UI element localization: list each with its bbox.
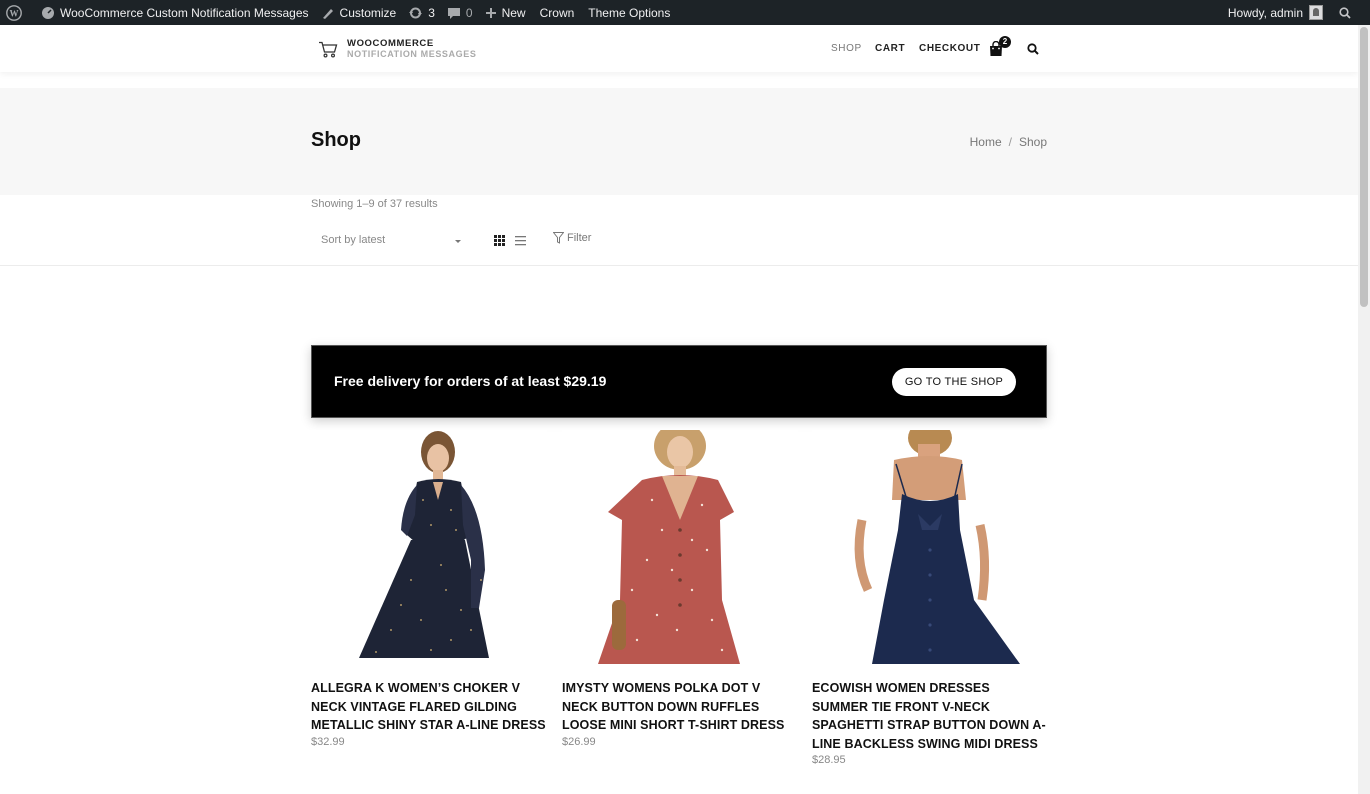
product-price: $32.99 xyxy=(311,735,345,748)
product-card[interactable]: IMYSTY WOMENS POLKA DOT V NECK BUTTON DO… xyxy=(562,430,798,748)
plus-icon xyxy=(485,7,496,18)
dress-illustration xyxy=(854,430,1020,664)
nav-checkout[interactable]: CHECKOUT xyxy=(919,43,980,54)
updates-count: 3 xyxy=(428,5,435,20)
shopping-cart-icon xyxy=(319,41,338,58)
nav-cart-wrap: CART xyxy=(875,25,905,72)
dress-body xyxy=(872,494,1020,664)
nav-checkout-wrap: CHECKOUT xyxy=(919,25,980,72)
new-content-link[interactable]: New xyxy=(479,0,532,25)
sort-select[interactable]: Sort by latest xyxy=(311,229,469,251)
result-count: Showing 1–9 of 37 results xyxy=(311,198,438,210)
go-to-shop-button[interactable]: GO TO THE SHOP xyxy=(892,368,1016,396)
caret-down-icon xyxy=(455,240,461,243)
crown-link[interactable]: Crown xyxy=(532,0,583,25)
avatar xyxy=(1309,5,1323,20)
wordpress-logo[interactable]: W xyxy=(0,0,35,25)
search-icon xyxy=(1339,6,1351,19)
nav-shop[interactable]: SHOP xyxy=(831,43,862,54)
filter-icon xyxy=(553,232,564,244)
dashboard-icon xyxy=(42,6,54,19)
brush-icon xyxy=(322,8,333,19)
list-view-button[interactable] xyxy=(515,233,526,251)
product-title[interactable]: ALLEGRA K WOMEN’S CHOKER V NECK VINTAGE … xyxy=(311,679,547,735)
page-title: Shop xyxy=(311,129,361,151)
grid-view-button[interactable] xyxy=(494,233,505,251)
comments-count: 0 xyxy=(465,5,473,20)
breadcrumb-home[interactable]: Home xyxy=(970,135,1002,149)
updates-icon xyxy=(409,7,423,18)
cart-count-badge: 2 xyxy=(999,36,1011,48)
logo-text: WOOCOMMERCE NOTIFICATION MESSAGES xyxy=(347,38,477,60)
page: W WooCommerce Custom Notification Messag… xyxy=(0,0,1370,794)
breadcrumb-current: Shop xyxy=(1018,135,1047,149)
theme-options-label: Theme Options xyxy=(588,5,671,20)
admin-search-button[interactable] xyxy=(1333,0,1370,25)
howdy-label: Howdy, admin xyxy=(1227,5,1303,20)
header-search-button[interactable] xyxy=(1027,42,1039,60)
comments-link[interactable]: 0 xyxy=(441,0,479,25)
crown-label: Crown xyxy=(539,5,575,20)
site-logo[interactable]: WOOCOMMERCE NOTIFICATION MESSAGES xyxy=(318,39,476,59)
site-header: WOOCOMMERCE NOTIFICATION MESSAGES SHOP C… xyxy=(0,25,1358,72)
customize-label: Customize xyxy=(339,5,397,20)
dress-illustration xyxy=(598,430,740,664)
logo-subtitle: NOTIFICATION MESSAGES xyxy=(347,49,477,59)
nav-cart[interactable]: CART xyxy=(875,43,905,54)
sort-selected-value: Sort by latest xyxy=(321,234,386,246)
svg-text:W: W xyxy=(10,8,19,18)
grid-icon xyxy=(494,235,505,246)
breadcrumb-separator: / xyxy=(1008,135,1012,149)
breadcrumb: Home / Shop xyxy=(970,135,1047,149)
product-card[interactable]: ALLEGRA K WOMEN’S CHOKER V NECK VINTAGE … xyxy=(311,430,547,748)
filter-button[interactable]: Filter xyxy=(553,232,591,244)
logo-title: WOOCOMMERCE xyxy=(347,38,434,49)
dress-illustration xyxy=(359,431,489,658)
product-title[interactable]: IMYSTY WOMENS POLKA DOT V NECK BUTTON DO… xyxy=(562,679,798,735)
notification-banner: Free delivery for orders of at least $29… xyxy=(311,345,1047,418)
dress-skirt xyxy=(359,540,489,658)
nav-shop-wrap: SHOP xyxy=(831,25,862,72)
site-name-link[interactable]: WooCommerce Custom Notification Messages xyxy=(35,0,315,25)
site-name-label: WooCommerce Custom Notification Messages xyxy=(60,5,309,20)
admin-bar: W WooCommerce Custom Notification Messag… xyxy=(0,0,1370,25)
my-account-link[interactable]: Howdy, admin xyxy=(1222,0,1333,25)
notification-text: Free delivery for orders of at least $29… xyxy=(334,373,607,389)
product-price: $28.95 xyxy=(812,754,846,766)
search-icon xyxy=(1027,43,1039,55)
toolbar-divider xyxy=(0,265,1358,266)
customize-link[interactable]: Customize xyxy=(315,0,403,25)
product-image[interactable] xyxy=(562,430,798,664)
filter-label: Filter xyxy=(567,232,592,244)
product-card[interactable]: ECOWISH WOMEN DRESSES SUMMER TIE FRONT V… xyxy=(812,430,1048,766)
page-title-band xyxy=(0,88,1358,195)
product-image[interactable] xyxy=(812,430,1048,664)
updates-link[interactable]: 3 xyxy=(402,0,441,25)
comment-icon xyxy=(447,7,460,19)
mini-cart-button[interactable]: 2 xyxy=(989,36,1011,58)
admin-bar-right: Howdy, admin xyxy=(1222,0,1370,25)
page-scrollbar[interactable] xyxy=(1358,25,1370,794)
product-price: $26.99 xyxy=(562,735,596,748)
product-image[interactable] xyxy=(311,430,547,664)
wordpress-icon: W xyxy=(6,4,22,21)
product-title[interactable]: ECOWISH WOMEN DRESSES SUMMER TIE FRONT V… xyxy=(812,679,1048,753)
list-icon xyxy=(515,236,526,246)
theme-options-link[interactable]: Theme Options xyxy=(582,0,676,25)
scrollbar-thumb[interactable] xyxy=(1360,27,1368,307)
new-label: New xyxy=(501,5,526,20)
